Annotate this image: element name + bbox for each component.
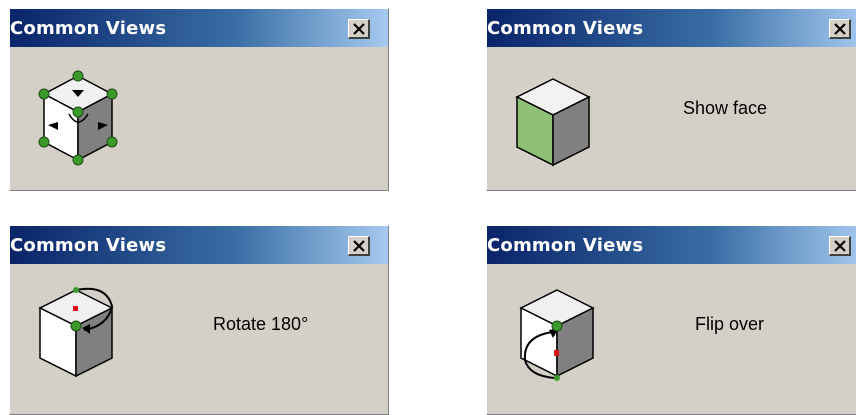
cube-icon[interactable] [501,280,611,390]
common-views-dialog-4: Common Views Flip over [486,225,856,415]
dialog-title: Common Views [10,18,167,39]
common-views-dialog-2: Common Views Show face [486,8,856,191]
common-views-dialog-1: Common Views [9,8,389,191]
close-icon [353,240,365,252]
dialog-title: Common Views [487,18,644,39]
caption: Rotate 180° [213,314,309,334]
cube-icon[interactable] [505,69,605,169]
dialog-title: Common Views [487,235,644,256]
close-icon [834,240,846,252]
close-button[interactable] [348,19,370,39]
dialog-title: Common Views [10,235,167,256]
title-bar[interactable]: Common Views [487,226,856,264]
title-bar[interactable]: Common Views [10,9,388,47]
caption: Show face [683,98,768,118]
close-button[interactable] [348,236,370,256]
title-bar[interactable]: Common Views [487,9,856,47]
close-icon [834,23,846,35]
common-views-dialog-3: Common Views Rotate 180° [9,225,389,415]
title-bar[interactable]: Common Views [10,226,388,264]
caption: Flip over [695,314,765,334]
close-button[interactable] [829,236,851,256]
close-icon [353,23,365,35]
close-button[interactable] [829,19,851,39]
cube-icon[interactable] [28,64,138,176]
cube-icon[interactable] [32,280,142,385]
